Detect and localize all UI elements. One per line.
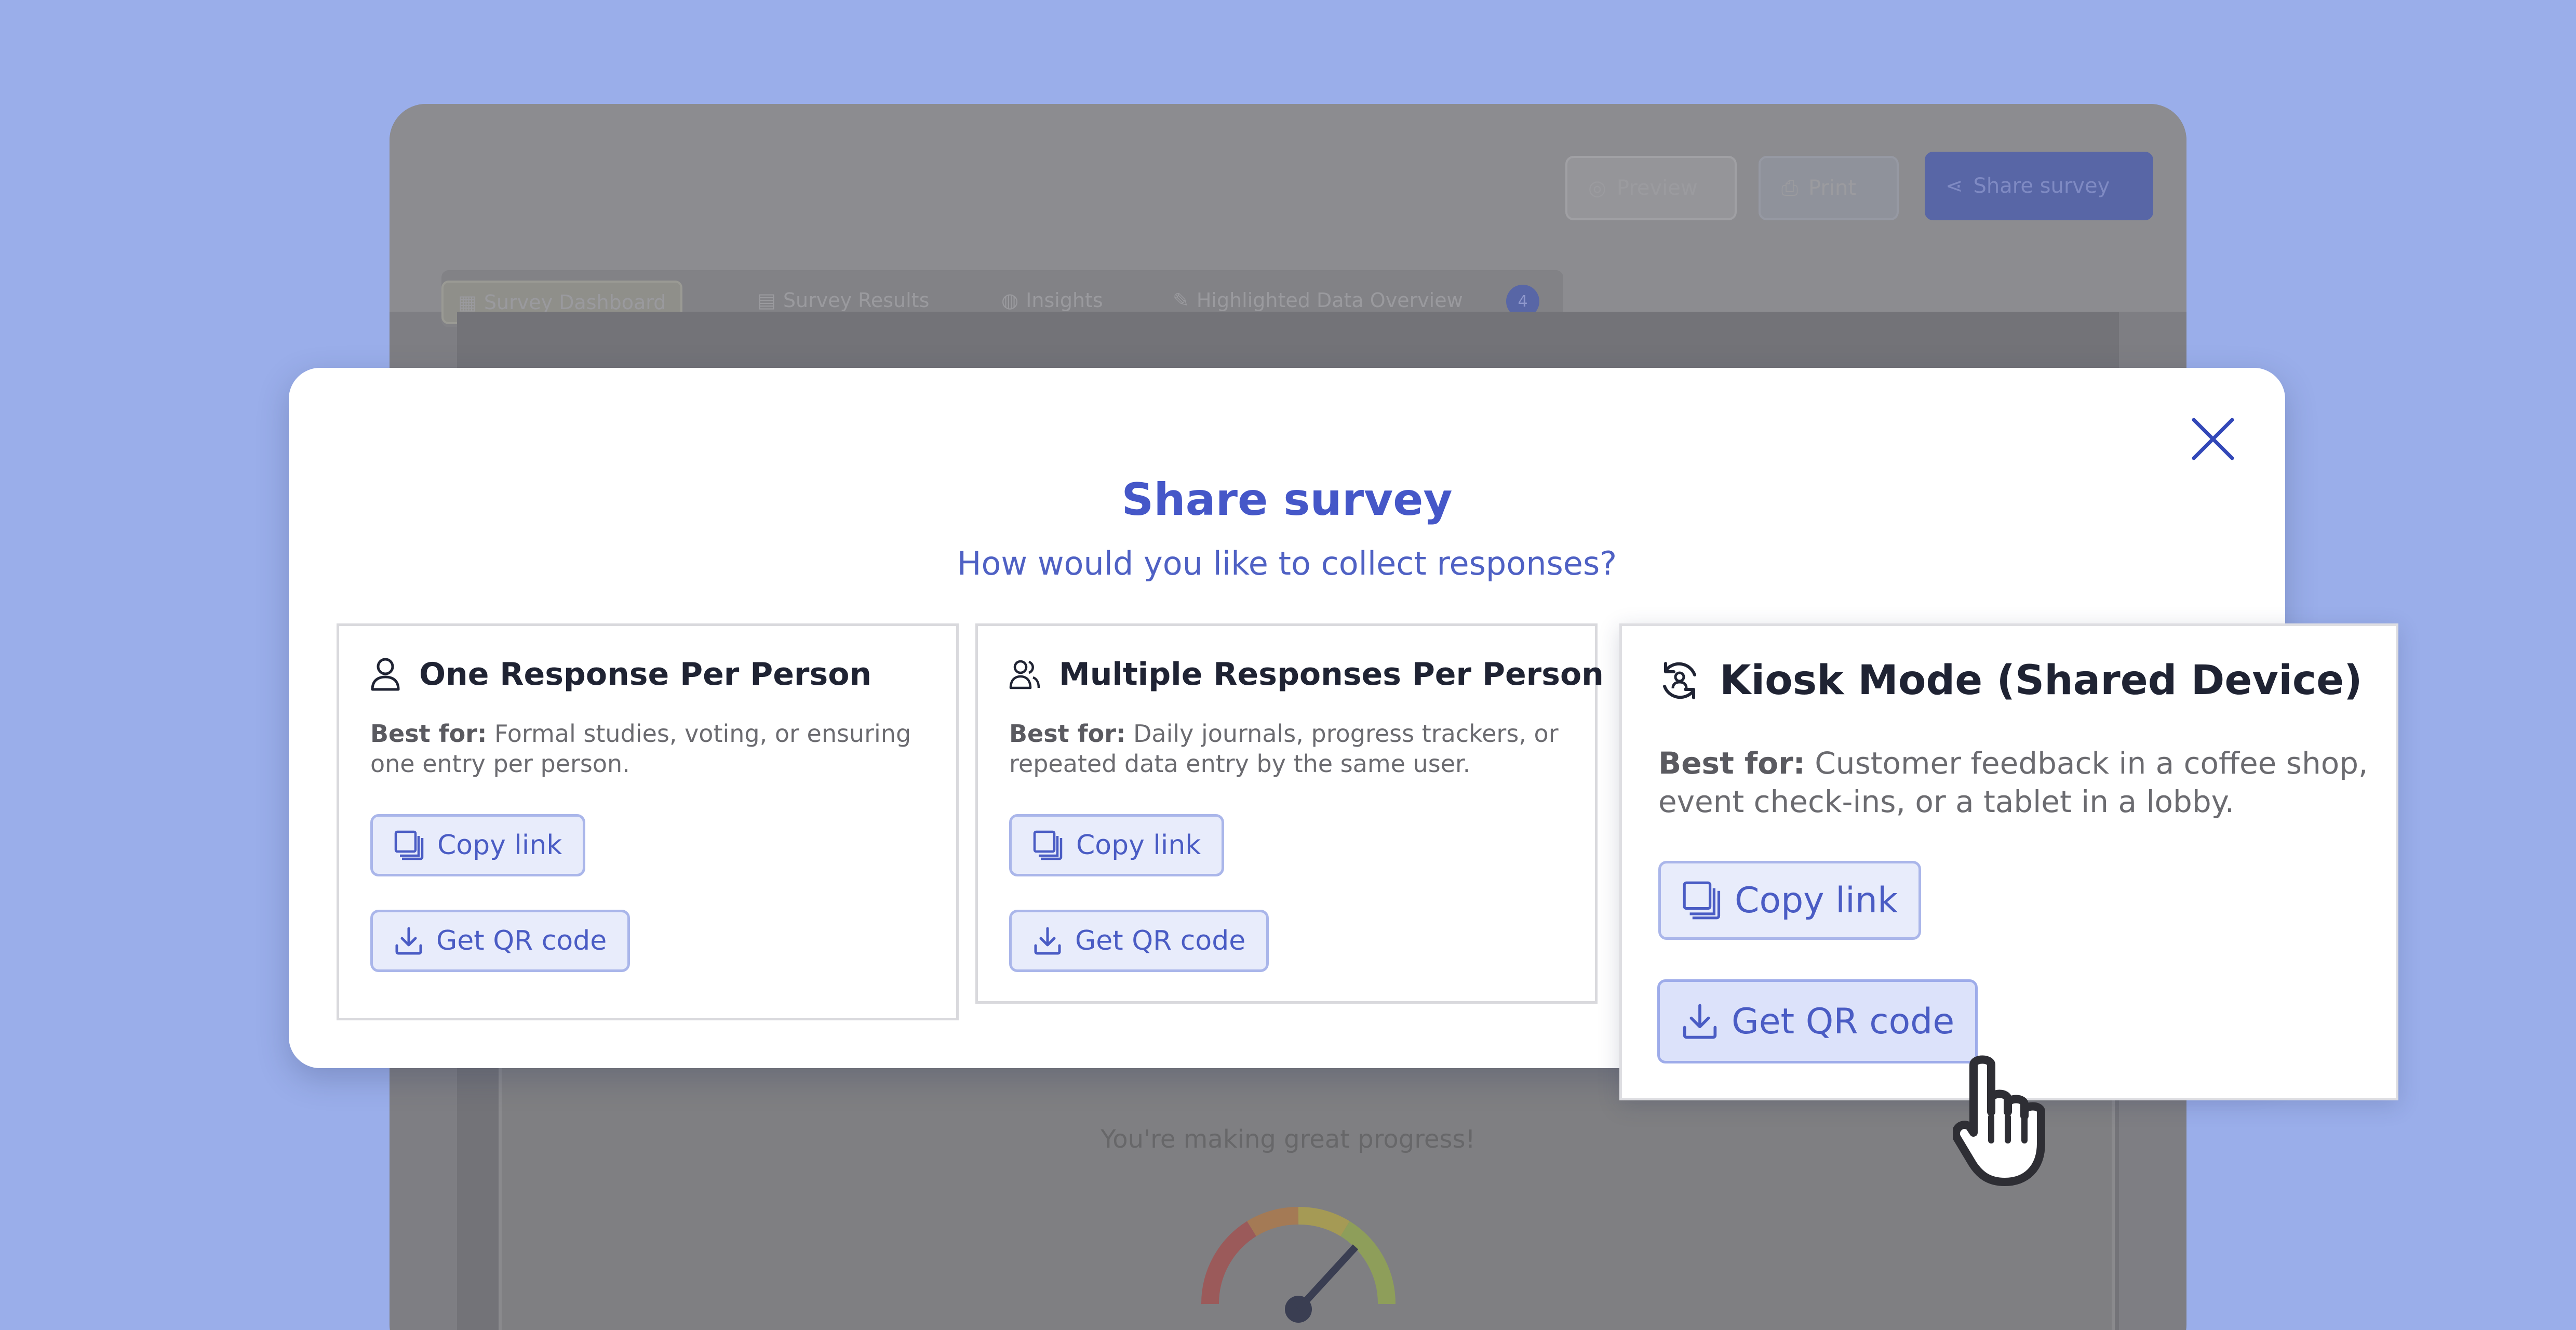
copy-link-button[interactable]: Copy link <box>370 814 586 876</box>
get-qr-code-button[interactable]: Get QR code <box>1657 979 1978 1063</box>
tab-label: Survey Results <box>783 289 930 312</box>
people-icon <box>1009 660 1040 689</box>
print-label: Print <box>1808 176 1857 200</box>
preview-label: Preview <box>1616 176 1698 200</box>
edit-icon: ✎ <box>1173 289 1189 312</box>
insights-icon: ◍ <box>1001 289 1019 312</box>
option-card-one-response: One Response Per Person Best for: Formal… <box>337 623 959 1020</box>
printer-icon: ⎙ <box>1781 176 1798 200</box>
copy-link-label: Copy link <box>1076 830 1201 861</box>
download-icon <box>1683 1004 1717 1039</box>
best-for-label: Best for: <box>1009 720 1126 748</box>
dashboard-icon: ▦ <box>458 291 477 314</box>
clipboard-icon: ▤ <box>757 289 776 312</box>
close-icon[interactable] <box>2190 416 2236 462</box>
preview-button: ◎ Preview <box>1565 156 1737 220</box>
copy-icon <box>394 830 424 860</box>
tab-label: Survey Dashboard <box>484 291 666 314</box>
best-for-label: Best for: <box>370 720 487 748</box>
dialog-subtitle: How would you like to collect responses? <box>957 544 1617 582</box>
person-icon <box>371 658 400 691</box>
best-for-label: Best for: <box>1658 746 1805 781</box>
copy-icon <box>1033 830 1063 860</box>
eye-icon: ◎ <box>1588 176 1606 200</box>
option-card-multiple-responses: Multiple Responses Per Person Best for: … <box>975 623 1604 1004</box>
dialog-title: Share survey <box>1121 474 1453 526</box>
option-description: Best for: Customer feedback in a coffee … <box>1658 744 2375 821</box>
option-title: Kiosk Mode (Shared Device) <box>1720 657 2363 704</box>
copy-link-button[interactable]: Copy link <box>1009 814 1225 876</box>
download-icon <box>395 927 422 955</box>
option-header: Multiple Responses Per Person <box>1009 656 1604 693</box>
copy-link-label: Copy link <box>1735 880 1898 921</box>
download-icon <box>1034 927 1061 955</box>
option-header: Kiosk Mode (Shared Device) <box>1658 657 2363 704</box>
get-qr-code-button[interactable]: Get QR code <box>370 910 630 972</box>
option-title: One Response Per Person <box>419 656 872 693</box>
tab-label: Highlighted Data Overview <box>1196 289 1463 312</box>
share-label: Share survey <box>1973 174 2110 198</box>
print-button: ⎙ Print <box>1759 156 1899 220</box>
copy-icon <box>1683 881 1721 920</box>
copy-link-button[interactable]: Copy link <box>1658 861 1922 940</box>
hand-pointer-icon <box>1953 1055 2045 1186</box>
qr-code-label: Get QR code <box>436 925 607 956</box>
qr-code-label: Get QR code <box>1075 925 1246 956</box>
tab-label: Insights <box>1026 289 1103 312</box>
canvas-background: ◎ Preview ⎙ Print ⋖ Share survey ▦ Surve… <box>0 0 2576 1330</box>
refresh-person-icon <box>1663 662 1696 699</box>
option-description: Best for: Daily journals, progress track… <box>1009 719 1560 779</box>
share-icon: ⋖ <box>1946 174 1963 198</box>
option-header: One Response Per Person <box>370 656 871 693</box>
background-progress-text: You're making great progress! <box>1101 1125 1475 1154</box>
progress-gauge-icon <box>1201 1206 1396 1323</box>
share-survey-button: ⋖ Share survey <box>1925 152 2153 220</box>
get-qr-code-button[interactable]: Get QR code <box>1009 910 1269 972</box>
copy-link-label: Copy link <box>437 830 562 861</box>
option-title: Multiple Responses Per Person <box>1059 656 1604 693</box>
option-description: Best for: Formal studies, voting, or ens… <box>370 719 921 779</box>
qr-code-label: Get QR code <box>1732 1001 1955 1042</box>
option-card-kiosk-mode: Kiosk Mode (Shared Device) Best for: Cus… <box>1619 623 2398 1100</box>
